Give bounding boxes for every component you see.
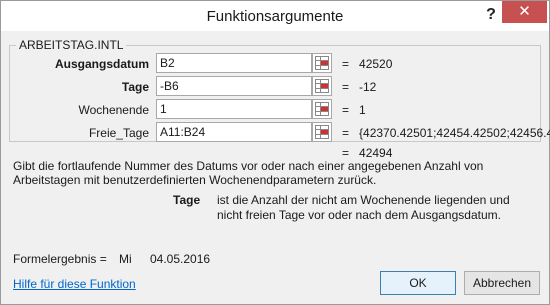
arg-result-ausgangsdatum: = 42520 (342, 57, 392, 71)
param-name: Tage (173, 193, 201, 207)
equals-sign: = (342, 146, 350, 160)
arg-label-tage: Tage (121, 80, 149, 94)
arg-input-tage[interactable]: -B6 (156, 76, 312, 96)
range-select-icon (315, 79, 329, 93)
range-select-icon (315, 56, 329, 70)
range-select-button[interactable] (312, 99, 332, 119)
equals-sign: = (342, 126, 350, 140)
function-arguments-dialog: Funktionsargumente ? ✕ ARBEITSTAG.INTL A… (0, 0, 550, 305)
result-value: 42494 (359, 146, 393, 160)
equals-sign: = (342, 103, 350, 117)
arg-result-wochenende: = 1 (342, 103, 366, 117)
close-button[interactable]: ✕ (502, 1, 547, 23)
range-select-button[interactable] (312, 53, 332, 73)
function-name: ARBEITSTAG.INTL (16, 38, 127, 52)
cancel-button[interactable]: Abbrechen (464, 271, 540, 295)
arg-result-freie-tage: = {42370.42501;42454.42502;42456.42... (342, 126, 550, 140)
formula-result-label: Formelergebnis = (13, 252, 107, 266)
help-link[interactable]: Hilfe für diese Funktion (13, 277, 136, 291)
dialog-title: Funktionsargumente (206, 8, 344, 25)
help-button[interactable]: ? (480, 4, 502, 26)
arg-label-freie-tage: Freie_Tage (88, 126, 149, 140)
equals-sign: = (342, 80, 350, 94)
range-select-button[interactable] (312, 76, 332, 96)
range-select-icon (315, 102, 329, 116)
range-select-button[interactable] (312, 122, 332, 142)
arg-label-ausgangsdatum: Ausgangsdatum (54, 57, 149, 71)
arg-label-wochenende: Wochenende (78, 103, 150, 117)
arg-input-ausgangsdatum[interactable]: B2 (156, 53, 312, 73)
equals-sign: = (342, 57, 350, 71)
result-value: 42520 (359, 57, 393, 71)
arg-input-freie-tage[interactable]: A11:B24 (156, 122, 312, 142)
function-description: Gibt die fortlaufende Nummer des Datums … (13, 159, 484, 187)
result-value: {42370.42501;42454.42502;42456.42... (359, 126, 550, 140)
range-select-icon (315, 125, 329, 139)
title-bar: Funktionsargumente ? ✕ (1, 1, 549, 31)
ok-button[interactable]: OK (380, 271, 456, 295)
arg-input-wochenende[interactable]: 1 (156, 99, 312, 119)
function-result: = 42494 (342, 146, 392, 160)
param-description: ist die Anzahl der nicht am Wochenende l… (217, 193, 510, 222)
formula-result-day: Mi (119, 252, 132, 266)
arg-result-tage: = -12 (342, 80, 376, 94)
formula-result-date: 04.05.2016 (150, 252, 211, 266)
result-value: -12 (359, 80, 377, 94)
result-value: 1 (359, 103, 366, 117)
